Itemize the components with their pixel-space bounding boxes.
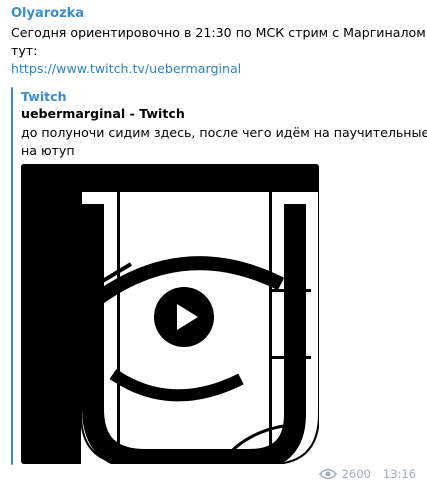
play-icon bbox=[154, 287, 214, 347]
preview-accent-bar bbox=[11, 87, 13, 465]
preview-site-name: Twitch bbox=[21, 89, 67, 104]
view-count: 2600 bbox=[341, 467, 371, 481]
message-author[interactable]: Olyarozka bbox=[11, 6, 84, 21]
preview-description-line: до полуночи сидим здесь, после чего идём… bbox=[21, 125, 427, 140]
preview-description: до полуночи сидим здесь, после чего идём… bbox=[21, 124, 427, 160]
eye-icon bbox=[318, 468, 337, 480]
preview-image[interactable] bbox=[21, 164, 319, 464]
preview-description-line: на ютуп bbox=[21, 143, 75, 158]
message-meta: 2600 13:16 bbox=[318, 467, 416, 481]
chat-message: Olyarozka Сегодня ориентировочно в 21:30… bbox=[0, 0, 427, 487]
message-link[interactable]: https://www.twitch.tv/uebermarginal bbox=[11, 60, 416, 78]
play-button[interactable] bbox=[154, 287, 214, 347]
message-text-line: тут: bbox=[11, 43, 38, 58]
preview-title: uebermarginal - Twitch bbox=[21, 106, 185, 121]
message-time: 13:16 bbox=[382, 467, 416, 481]
link-preview: Twitch uebermarginal - Twitch до полуноч… bbox=[11, 87, 427, 465]
message-text: Сегодня ориентировочно в 21:30 по МСК ст… bbox=[11, 24, 426, 78]
message-text-line: Сегодня ориентировочно в 21:30 по МСК ст… bbox=[11, 25, 426, 40]
